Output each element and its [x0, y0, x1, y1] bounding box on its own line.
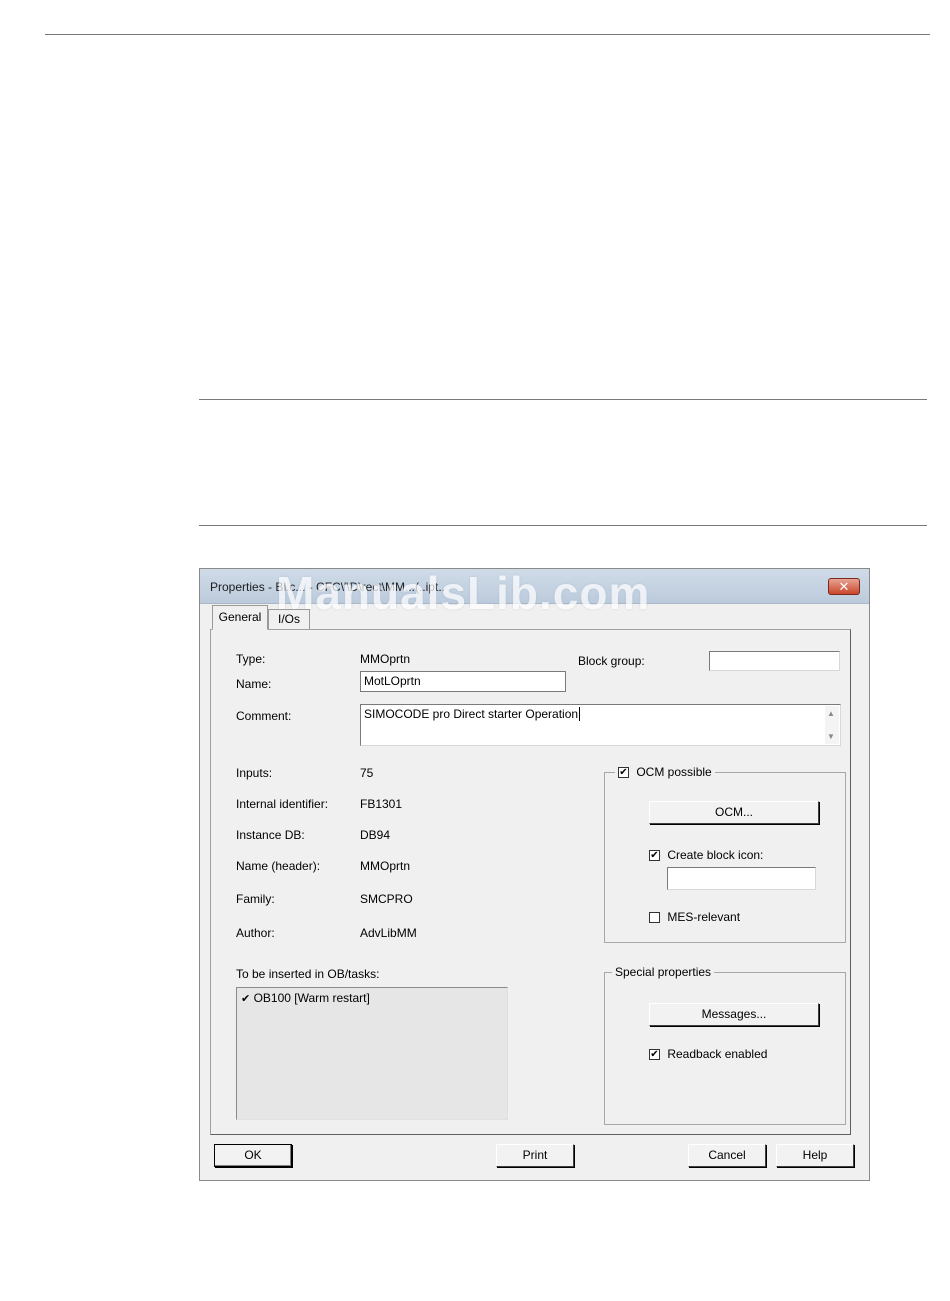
watermark: ManualsLib.com [276, 567, 651, 619]
special-properties-legend: Special properties [612, 965, 715, 979]
type-value: MMOprtn [360, 652, 411, 666]
internal-identifier-value: FB1301 [360, 797, 403, 811]
ob-tasks-list[interactable]: ✔ OB100 [Warm restart] [236, 987, 508, 1120]
tab-general[interactable]: General [212, 605, 268, 630]
readback-enabled-checkbox[interactable]: ✔ [649, 1049, 660, 1061]
instance-db-value: DB94 [360, 828, 391, 842]
print-button[interactable]: Print [496, 1144, 574, 1167]
create-block-icon-row[interactable]: ✔ Create block icon: [649, 848, 763, 862]
title-bar[interactable]: Properties - Bl.c... - CFC\'\D\rect\MM..… [200, 567, 869, 619]
ob-tasks-label: To be inserted in OB/tasks: [236, 967, 380, 981]
ocm-group: ✔ OCM possible OCM... ✔ Create block ico… [604, 765, 846, 943]
special-properties-group: Special properties Messages... ✔ Readbac… [604, 965, 846, 1125]
tab-ios[interactable]: I/Os [268, 609, 310, 629]
create-block-icon-label: Create block icon: [667, 848, 764, 862]
ocm-possible-checkbox[interactable]: ✔ [618, 767, 629, 779]
mes-relevant-label: MES-relevant [667, 910, 741, 924]
mes-relevant-checkbox[interactable] [649, 912, 660, 924]
author-value: AdvLibMM [360, 926, 417, 940]
ocm-possible-checkbox-row[interactable]: ✔ OCM possible [615, 765, 715, 779]
name-header-value: MMOprtn [360, 859, 411, 873]
scroll-down-icon[interactable]: ▼ [827, 732, 835, 741]
inputs-label: Inputs: [236, 766, 273, 780]
block-group-label: Block group: [578, 654, 645, 668]
comment-field[interactable]: SIMOCODE pro Direct starter Operation ▲ … [360, 704, 841, 746]
type-label: Type: [236, 652, 266, 666]
name-field[interactable]: MotLOprtn [360, 671, 566, 692]
internal-identifier-label: Internal identifier: [236, 797, 329, 811]
ocm-possible-label: OCM possible [636, 765, 712, 779]
properties-dialog: Properties - Bl.c... - CFC\'\D\rect\MM..… [199, 567, 870, 1181]
family-value: SMCPRO [360, 892, 413, 906]
mes-relevant-row[interactable]: MES-relevant [649, 910, 740, 924]
name-label: Name: [236, 677, 272, 691]
instance-db-label: Instance DB: [236, 828, 305, 842]
readback-enabled-label: Readback enabled [667, 1047, 768, 1061]
cancel-button[interactable]: Cancel [688, 1144, 766, 1167]
block-icon-field[interactable] [667, 867, 816, 890]
list-item-label: OB100 [Warm restart] [253, 991, 370, 1005]
general-tab-panel: Type: MMOprtn Block group: Name: MotLOpr… [210, 629, 851, 1135]
section-rule-2 [199, 525, 927, 526]
ocm-button[interactable]: OCM... [649, 801, 819, 824]
create-block-icon-checkbox[interactable]: ✔ [649, 850, 660, 862]
scroll-up-icon[interactable]: ▲ [827, 709, 835, 718]
inputs-value: 75 [360, 766, 374, 780]
family-label: Family: [236, 892, 275, 906]
close-button[interactable]: ✕ [828, 578, 860, 595]
ok-button[interactable]: OK [214, 1144, 292, 1167]
messages-button[interactable]: Messages... [649, 1003, 819, 1026]
author-label: Author: [236, 926, 275, 940]
top-rule [45, 34, 930, 35]
check-icon: ✔ [241, 993, 251, 1005]
block-group-field[interactable] [709, 651, 840, 671]
help-button[interactable]: Help [776, 1144, 854, 1167]
list-item[interactable]: ✔ OB100 [Warm restart] [241, 991, 370, 1005]
close-icon: ✕ [838, 579, 850, 594]
comment-scrollbar[interactable]: ▲ ▼ [825, 706, 839, 744]
comment-label: Comment: [236, 709, 292, 723]
name-header-label: Name (header): [236, 859, 321, 873]
readback-enabled-row[interactable]: ✔ Readback enabled [649, 1047, 767, 1061]
section-rule-1 [199, 399, 927, 400]
